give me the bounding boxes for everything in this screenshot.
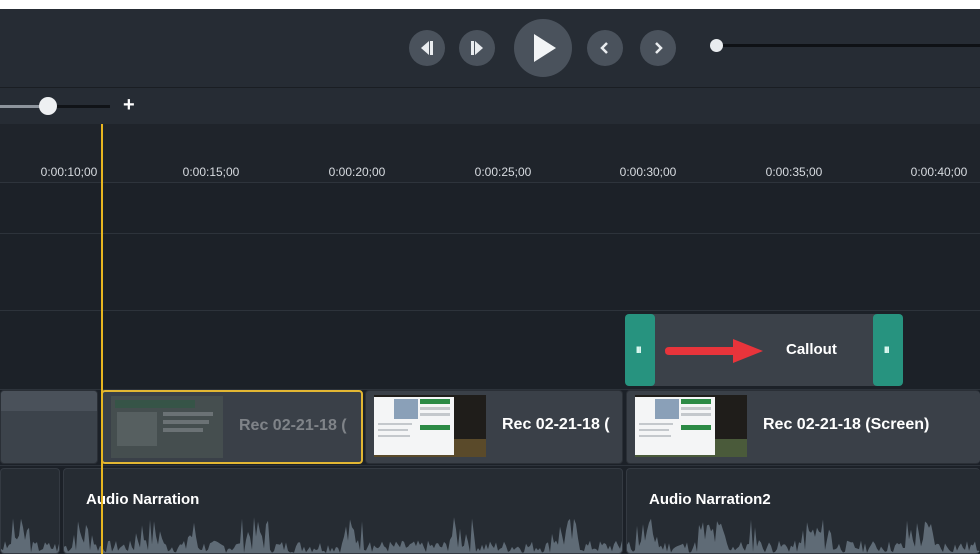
step-back-button[interactable] [409,30,445,66]
clip-label: Rec 02-21-18 ( [239,417,347,434]
audio-clip-label: Audio Narration [86,491,200,508]
ruler-tick-label: 0:00:10;00 [40,165,98,179]
camtasia-timeline-app: + 0:00:10;00 0:00:15;00 0:00:20;00 0:00:… [0,9,980,554]
callout-label: Callout [786,341,837,358]
audio-waveform [64,517,622,553]
clip-thumbnail [635,395,747,457]
ruler-tick-label: 0:00:20;00 [328,165,386,179]
playback-toolbar [0,9,980,88]
step-forward-button[interactable] [459,30,495,66]
ruler-ticks [0,124,980,154]
ruler-tick-label: 0:00:25;00 [474,165,532,179]
playhead[interactable] [101,124,103,554]
audio-waveform [1,518,59,553]
audio-waveform [627,518,980,553]
previous-marker-button[interactable] [587,30,623,66]
play-icon [534,34,556,62]
audio-clip[interactable]: Audio Narration2 [626,468,980,554]
timeline-ruler[interactable]: 0:00:10;00 0:00:15;00 0:00:20;00 0:00:25… [0,124,980,183]
audio-clip-label: Audio Narration2 [649,491,771,508]
clip-header [1,391,97,411]
playback-scrub-knob[interactable] [710,39,723,52]
callout-right-handle[interactable]: III [873,314,903,386]
callout-left-handle[interactable]: III [625,314,655,386]
chevron-right-icon [655,42,663,54]
play-button[interactable] [514,19,572,77]
audio-clip[interactable]: Audio Narration [63,468,623,554]
clip-label: Rec 02-21-18 (Screen) [763,416,930,433]
grip-icon: III [884,345,889,355]
ruler-tick-label: 0:00:35;00 [765,165,823,179]
playback-scrub-track[interactable] [718,44,980,47]
zoom-slider-knob[interactable] [39,97,57,115]
step-back-icon [421,41,433,55]
grip-icon: III [636,345,641,355]
video-clip-selected[interactable]: Rec 02-21-18 ( [101,390,363,464]
ruler-tick-label: 0:00:15;00 [182,165,240,179]
zoom-in-button[interactable]: + [123,93,135,117]
callout-clip-body[interactable]: Callout [649,314,878,386]
video-clip[interactable]: Rec 02-21-18 ( [365,390,623,464]
empty-track-2[interactable] [0,234,980,311]
audio-clip-partial[interactable] [0,468,60,554]
video-clip-partial[interactable] [0,390,98,464]
next-marker-button[interactable] [640,30,676,66]
ruler-tick-label: 0:00:30;00 [619,165,677,179]
clip-thumbnail [374,395,486,457]
clip-thumbnail [111,396,223,458]
step-forward-icon [471,41,483,55]
ruler-tick-label: 0:00:40;00 [910,165,968,179]
timeline-zoom-bar: + [0,88,980,124]
clip-label: Rec 02-21-18 ( [502,416,610,433]
chevron-left-icon [600,42,608,54]
video-clip[interactable]: Rec 02-21-18 (Screen) [626,390,980,464]
empty-track-1[interactable] [0,183,980,234]
callout-clip[interactable]: Callout III III [625,314,903,386]
zoom-slider-track[interactable] [48,105,110,108]
arrow-annotation-icon [665,339,763,363]
